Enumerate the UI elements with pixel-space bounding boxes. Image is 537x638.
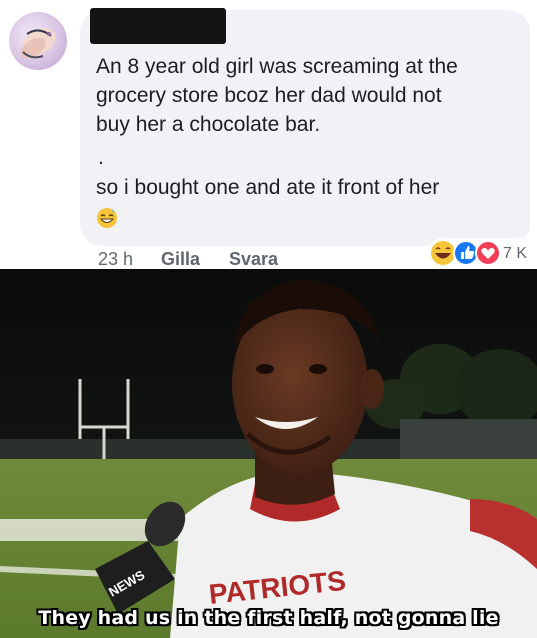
meme-caption: They had us in the first half, not gonna… — [38, 607, 499, 629]
meme-image: PATRIOTS NEWS They had us in the first h… — [0, 269, 537, 638]
comment-text: An 8 year old girl was screaming at the … — [96, 52, 526, 139]
comment-line-2: grocery store bcoz her dad would not — [96, 84, 442, 107]
comment-line-3: buy her a chocolate bar. — [96, 113, 321, 136]
comment-dot: . — [98, 146, 104, 169]
commenter-avatar[interactable] — [9, 12, 67, 70]
like-reaction-icon — [453, 240, 479, 266]
reaction-count[interactable]: 7 K — [503, 245, 527, 263]
comment-timestamp: 23 h — [98, 249, 134, 269]
reply-link[interactable]: Svara — [229, 249, 278, 270]
avatar-hands-image — [20, 28, 56, 59]
redacted-author-name — [90, 8, 226, 44]
facebook-comment: An 8 year old girl was screaming at the … — [0, 0, 537, 270]
grinning-sweat-emoji-icon — [97, 208, 117, 228]
comment-line-1: An 8 year old girl was screaming at the — [96, 55, 458, 78]
like-link[interactable]: Gilla — [161, 249, 200, 270]
haha-reaction-icon — [431, 241, 455, 265]
love-reaction-icon — [475, 240, 501, 266]
comment-punchline: so i bought one and ate it front of her — [96, 176, 440, 199]
meme-scene: PATRIOTS NEWS — [0, 269, 537, 638]
